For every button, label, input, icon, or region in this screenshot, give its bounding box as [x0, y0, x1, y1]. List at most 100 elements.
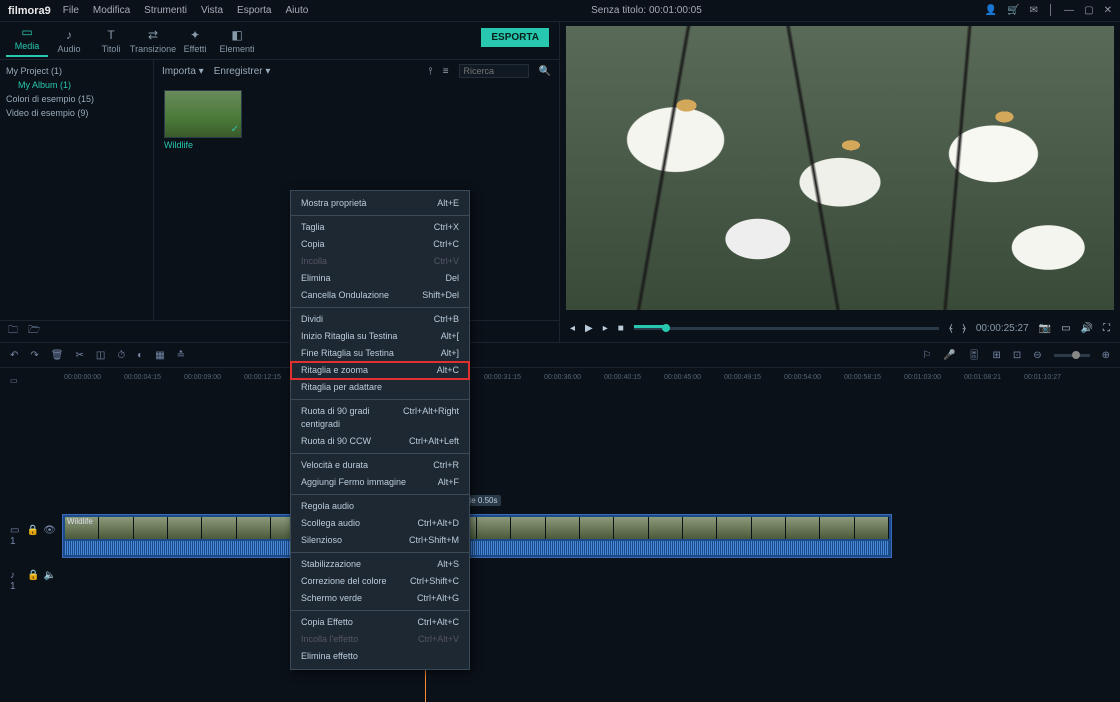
timeline-clip[interactable]: Wildlife [62, 514, 892, 558]
mixer-icon[interactable]: 🎚 [968, 350, 981, 361]
snapshot-icon[interactable]: 📷 [1039, 323, 1051, 334]
zoom-out-icon[interactable]: ⊖ [1033, 350, 1041, 361]
mute-icon[interactable]: 🔈 [44, 570, 56, 592]
redo-icon[interactable]: ↷ [30, 350, 38, 361]
context-item[interactable]: Aggiungi Fermo immagineAlt+F [291, 474, 469, 491]
tab-media[interactable]: ▭Media [6, 25, 48, 57]
video-track-1[interactable]: ▭ 1🔒👁 Wildlife [10, 512, 1110, 560]
timeline[interactable]: ▭ 1🔒👁 Wildlife ♪ 1🔒🔈 [0, 512, 1120, 702]
context-item[interactable]: Ritaglia per adattare [291, 379, 469, 396]
zoom-in-icon[interactable]: ⊕ [1102, 350, 1110, 361]
context-item[interactable]: CopiaCtrl+C [291, 236, 469, 253]
context-item[interactable]: Fine Ritaglia su TestinaAlt+] [291, 345, 469, 362]
snap-icon[interactable]: ⊞ [992, 350, 1000, 361]
context-item[interactable]: Cancella OndulazioneShift+Del [291, 287, 469, 304]
record-dropdown[interactable]: Enregistrer ▾ [214, 66, 271, 77]
import-dropdown[interactable]: Importa ▾ [162, 66, 204, 77]
tab-transitions[interactable]: ⇄Transizione [132, 28, 174, 54]
sort-icon[interactable]: ≡ [443, 66, 449, 77]
account-icon[interactable]: 👤 [985, 5, 997, 16]
menu-edit[interactable]: Modifica [93, 5, 130, 16]
menu-export[interactable]: Esporta [237, 5, 271, 16]
tab-effects[interactable]: ✦Effetti [174, 28, 216, 54]
timeline-ruler[interactable]: ▭ 00:00:00:00 00:00:04:15 00:00:09:00 00… [0, 368, 1120, 392]
menu-file[interactable]: File [63, 5, 79, 16]
zoom-slider[interactable] [1054, 354, 1090, 357]
context-item[interactable]: Correzione del coloreCtrl+Shift+C [291, 573, 469, 590]
play-icon[interactable]: ▶ [585, 323, 593, 334]
transition-duration-pill[interactable]: te 0.50s [465, 495, 501, 506]
quality-icon[interactable]: ▭ [1061, 323, 1070, 334]
context-item[interactable]: Velocità e durataCtrl+R [291, 457, 469, 474]
stop-icon[interactable]: ■ [618, 323, 624, 334]
lock-icon[interactable]: 🔒 [27, 570, 39, 592]
filter-icon[interactable]: ⫯ [428, 66, 432, 77]
context-item[interactable]: Elimina effetto [291, 648, 469, 665]
context-item[interactable]: DividiCtrl+B [291, 311, 469, 328]
clip-thumbnail[interactable]: ✓ [164, 90, 242, 138]
next-mark-icon[interactable]: ⦒ [963, 323, 966, 334]
search-input[interactable] [459, 64, 529, 78]
greenscreen-icon[interactable]: ▦ [155, 350, 164, 361]
delete-icon[interactable]: 🗑 [51, 350, 64, 361]
context-item[interactable]: StabilizzazioneAlt+S [291, 556, 469, 573]
marker-icon[interactable]: ⚐ [922, 350, 931, 361]
export-button[interactable]: ESPORTA [481, 28, 549, 47]
context-item[interactable]: Inizio Ritaglia su TestinaAlt+[ [291, 328, 469, 345]
media-panel: ▭Media ♪Audio TTitoli ⇄Transizione ✦Effe… [0, 22, 560, 342]
context-item[interactable]: EliminaDel [291, 270, 469, 287]
context-item[interactable]: Ritaglia e zoomaAlt+C [291, 362, 469, 379]
context-item[interactable]: Regola audio [291, 498, 469, 515]
cart-icon[interactable]: 🛒 [1007, 5, 1019, 16]
adjust-icon[interactable]: ≛ [177, 350, 185, 361]
context-item[interactable]: Mostra proprietàAlt+E [291, 195, 469, 212]
split-icon[interactable]: ✂ [75, 350, 83, 361]
minimize-icon[interactable]: — [1064, 5, 1074, 16]
eye-icon[interactable]: 👁 [43, 525, 56, 547]
menu-bar: File Modifica Strumenti Vista Esporta Ai… [63, 5, 309, 16]
menu-view[interactable]: Vista [201, 5, 223, 16]
added-check-icon: ✓ [231, 124, 239, 135]
undo-icon[interactable]: ↶ [10, 350, 18, 361]
message-icon[interactable]: ✉ [1030, 5, 1038, 16]
add-folder-icon[interactable]: 🗁 [28, 323, 40, 340]
tree-sample-colors[interactable]: Colori di esempio (15) [6, 92, 147, 106]
prev-mark-icon[interactable]: ⦑ [949, 323, 952, 334]
context-item[interactable]: Copia EffettoCtrl+Alt+C [291, 614, 469, 631]
context-item[interactable]: Schermo verdeCtrl+Alt+G [291, 590, 469, 607]
audio-track-1[interactable]: ♪ 1🔒🔈 [10, 572, 1110, 590]
menu-help[interactable]: Aiuto [286, 5, 309, 16]
tab-titles[interactable]: TTitoli [90, 28, 132, 54]
color-icon[interactable]: ◐ [137, 350, 143, 361]
volume-icon[interactable]: 🔊 [1081, 323, 1093, 334]
prev-frame-icon[interactable]: ◂ [570, 323, 575, 334]
tab-elements[interactable]: ◧Elementi [216, 28, 258, 54]
tree-root[interactable]: My Project (1) [6, 64, 147, 78]
preview-monitor[interactable] [566, 26, 1114, 310]
next-frame-icon[interactable]: ▸ [603, 323, 608, 334]
maximize-icon[interactable]: ▢ [1084, 5, 1093, 16]
crop-icon[interactable]: ◫ [96, 350, 105, 361]
mic-icon[interactable]: 🎤 [943, 350, 955, 361]
tab-audio[interactable]: ♪Audio [48, 28, 90, 54]
context-item[interactable]: SilenziosoCtrl+Shift+M [291, 532, 469, 549]
manage-tracks-icon[interactable]: ▭ [10, 376, 18, 385]
speed-icon[interactable]: ⏱ [117, 350, 125, 361]
clip-context-menu: Mostra proprietàAlt+E TagliaCtrl+XCopiaCt… [290, 190, 470, 670]
close-icon[interactable]: ✕ [1104, 5, 1112, 16]
search-icon[interactable]: 🔍 [539, 66, 551, 77]
context-item[interactable]: Scollega audioCtrl+Alt+D [291, 515, 469, 532]
fullscreen-icon[interactable]: ⛶ [1103, 323, 1110, 334]
media-clip[interactable]: ✓ Wildlife [164, 90, 242, 150]
zoom-fit-icon[interactable]: ⊡ [1013, 350, 1021, 361]
context-item[interactable]: TagliaCtrl+X [291, 219, 469, 236]
menu-tools[interactable]: Strumenti [144, 5, 187, 16]
context-item[interactable]: Ruota di 90 gradi centigradiCtrl+Alt+Rig… [291, 403, 469, 433]
tree-album[interactable]: My Album (1) [6, 78, 147, 92]
tree-sample-video[interactable]: Video di esempio (9) [6, 106, 147, 120]
context-item[interactable]: Ruota di 90 CCWCtrl+Alt+Left [291, 433, 469, 450]
new-folder-icon[interactable]: 🗀 [8, 323, 18, 340]
lock-icon[interactable]: 🔒 [27, 525, 39, 547]
preview-progress[interactable] [634, 327, 939, 330]
project-tree[interactable]: My Project (1) My Album (1) Colori di es… [0, 60, 154, 320]
